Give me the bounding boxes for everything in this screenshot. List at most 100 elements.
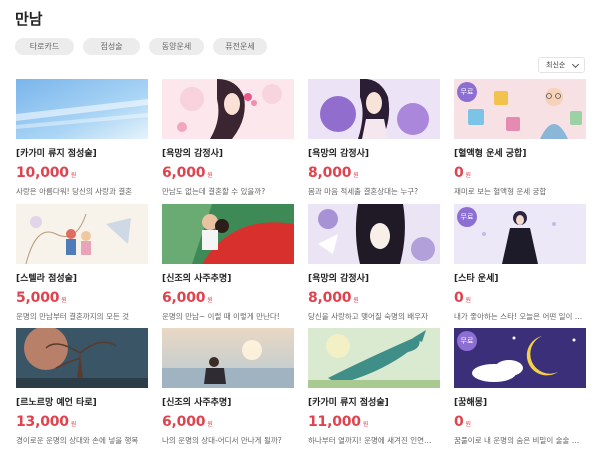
card-thumbnail[interactable]	[162, 79, 294, 139]
product-card[interactable]: [스텔라 점성술] 5,000 원 운명의 만남부터 결혼까지의 모든 것	[16, 204, 148, 322]
card-thumbnail[interactable]	[16, 328, 148, 388]
card-title: [욕망의 감정사]	[308, 274, 370, 284]
price-unit: 원	[207, 421, 213, 428]
product-card[interactable]: [욕망의 감정사] 6,000 원 만남도 없는데 결혼할 수 있을까?	[162, 79, 294, 197]
product-card[interactable]: [카가미 류지 점성술] 10,000 원 사랑은 아름다워! 당신의 사랑과 …	[16, 79, 148, 197]
page-title: 만남	[15, 10, 43, 28]
price-unit: 원	[207, 172, 213, 179]
couple-sketch-illustration	[16, 204, 148, 264]
card-thumbnail[interactable]	[16, 79, 148, 139]
product-card[interactable]: 무료 [꿈해몽] 0 원 꿈풀이로 내 운명의 숨은 비밀이 술술 …	[454, 328, 586, 446]
card-price: 0 원	[454, 165, 586, 181]
card-thumbnail[interactable]	[16, 204, 148, 264]
card-thumbnail[interactable]	[162, 328, 294, 388]
price-value: 11,000	[308, 414, 361, 430]
card-price: 11,000 원	[308, 414, 440, 430]
price-unit: 원	[70, 172, 77, 179]
card-title: [르노르망 예언 타로]	[16, 398, 97, 408]
price-unit: 원	[465, 297, 472, 304]
card-title: [욕망의 감정사]	[308, 149, 370, 159]
card-description: 몸과 마음 적세출 결혼상대는 누구?	[308, 187, 419, 196]
card-description: 당신을 사랑하고 맺어질 숙명의 배우자	[308, 312, 428, 321]
card-title: [스타 운세]	[454, 274, 499, 284]
card-price: 8,000 원	[308, 290, 440, 306]
card-thumbnail[interactable]	[308, 328, 440, 388]
free-badge: 무료	[457, 331, 477, 351]
price-value: 6,000	[162, 414, 206, 430]
product-card[interactable]: [욕망의 감정사] 8,000 원 몸과 마음 적세출 결혼상대는 누구?	[308, 79, 440, 197]
card-thumbnail[interactable]: 무료	[454, 79, 586, 139]
card-description: 만남도 없는데 결혼할 수 있을까?	[162, 187, 266, 196]
price-unit: 원	[465, 421, 472, 428]
product-card[interactable]: [르노르망 예언 타로] 13,000 원 경이로운 운명의 상대와 손에 넣을…	[16, 328, 148, 446]
price-unit: 원	[465, 172, 472, 179]
card-price: 6,000 원	[162, 165, 294, 181]
card-thumbnail[interactable]	[162, 204, 294, 264]
whale-illustration	[308, 328, 440, 388]
price-value: 0	[454, 414, 464, 430]
card-price: 6,000 원	[162, 414, 294, 430]
price-value: 13,000	[16, 414, 69, 430]
card-description: 내가 좋아하는 스타! 오늘은 어떤 일이 …	[454, 312, 583, 321]
filter-chip-tarot[interactable]: 타로카드	[15, 38, 74, 55]
product-card[interactable]: 무료 [스타 운세] 0 원 내가 좋아하는 스타! 오늘은 어떤 일이 …	[454, 204, 586, 322]
price-unit: 원	[353, 297, 359, 304]
card-thumbnail[interactable]	[308, 204, 440, 264]
card-title: [스텔라 점성술]	[16, 274, 78, 284]
card-description: 재미로 보는 혈액형 운세 궁합	[454, 187, 547, 196]
price-value: 0	[454, 165, 464, 181]
card-description: 꿈풀이로 내 운명의 숨은 비밀이 술술 …	[454, 436, 580, 445]
price-unit: 원	[70, 421, 77, 428]
free-badge: 무료	[457, 82, 477, 102]
free-badge: 무료	[457, 207, 477, 227]
card-price: 0 원	[454, 290, 586, 306]
card-price: 6,000 원	[162, 290, 294, 306]
card-description: 운명의 만남부터 결혼까지의 모든 것	[16, 312, 130, 321]
tree-illustration	[16, 328, 148, 388]
price-value: 6,000	[162, 165, 206, 181]
filter-chip-fusion[interactable]: 퓨전운세	[213, 38, 267, 55]
card-title: [카가미 류지 점성술]	[308, 398, 389, 408]
filter-chip-astrology[interactable]: 점성술	[83, 38, 140, 55]
sort-dropdown[interactable]: 최신순	[538, 57, 585, 73]
product-card[interactable]: [신조의 사주추명] 6,000 원 나의 운명의 상대-어디서 만나게 될까?	[162, 328, 294, 446]
woman-purple-illustration	[308, 79, 440, 139]
woman-lily-illustration	[308, 204, 440, 264]
card-description: 하나부터 열까지! 운명에 새겨진 인연…	[308, 436, 432, 445]
beach-couple-illustration	[162, 328, 294, 388]
filter-chip-eastern[interactable]: 동양운세	[149, 38, 204, 55]
card-price: 0 원	[454, 414, 586, 430]
card-description: 나의 운명의 상대-어디서 만나게 될까?	[162, 436, 282, 445]
product-card[interactable]: [욕망의 감정사] 8,000 원 당신을 사랑하고 맺어질 숙명의 배우자	[308, 204, 440, 322]
price-value: 0	[454, 290, 464, 306]
price-unit: 원	[207, 297, 213, 304]
card-thumbnail[interactable]: 무료	[454, 204, 586, 264]
card-price: 5,000 원	[16, 290, 148, 306]
card-price: 10,000 원	[16, 165, 148, 181]
price-value: 10,000	[16, 165, 69, 181]
card-thumbnail[interactable]: 무료	[454, 328, 586, 388]
price-unit: 원	[61, 297, 67, 304]
product-card[interactable]: [카가미 류지 점성술] 11,000 원 하나부터 열까지! 운명에 새겨진 …	[308, 328, 440, 446]
card-title: [욕망의 감정사]	[162, 149, 224, 159]
price-value: 8,000	[308, 290, 352, 306]
card-price: 13,000 원	[16, 414, 148, 430]
card-description: 경이로운 운명의 상대와 손에 넣을 행복	[16, 436, 139, 445]
product-card[interactable]: [신조의 사주추명] 6,000 원 운명의 만남~ 이럴 때 이렇게 만난다!	[162, 204, 294, 322]
couple-red-illustration	[162, 204, 294, 264]
price-unit: 원	[353, 172, 359, 179]
chevron-down-icon	[571, 60, 580, 69]
card-title: [신조의 사주추명]	[162, 274, 232, 284]
product-card[interactable]: 무료 [혈액형 운세 궁합] 0 원 재미로 보는 혈액형 운세 궁합	[454, 79, 586, 197]
card-title: [신조의 사주추명]	[162, 398, 232, 408]
price-unit: 원	[362, 421, 369, 428]
card-description: 운명의 만남~ 이럴 때 이렇게 만난다!	[162, 312, 280, 321]
card-thumbnail[interactable]	[308, 79, 440, 139]
card-description: 사랑은 아름다워! 당신의 사랑과 결혼	[16, 187, 133, 196]
price-value: 8,000	[308, 165, 352, 181]
price-value: 5,000	[16, 290, 60, 306]
card-price: 8,000 원	[308, 165, 440, 181]
sort-selected-label: 최신순	[546, 61, 566, 69]
price-value: 6,000	[162, 290, 206, 306]
sky-illustration	[16, 79, 148, 139]
